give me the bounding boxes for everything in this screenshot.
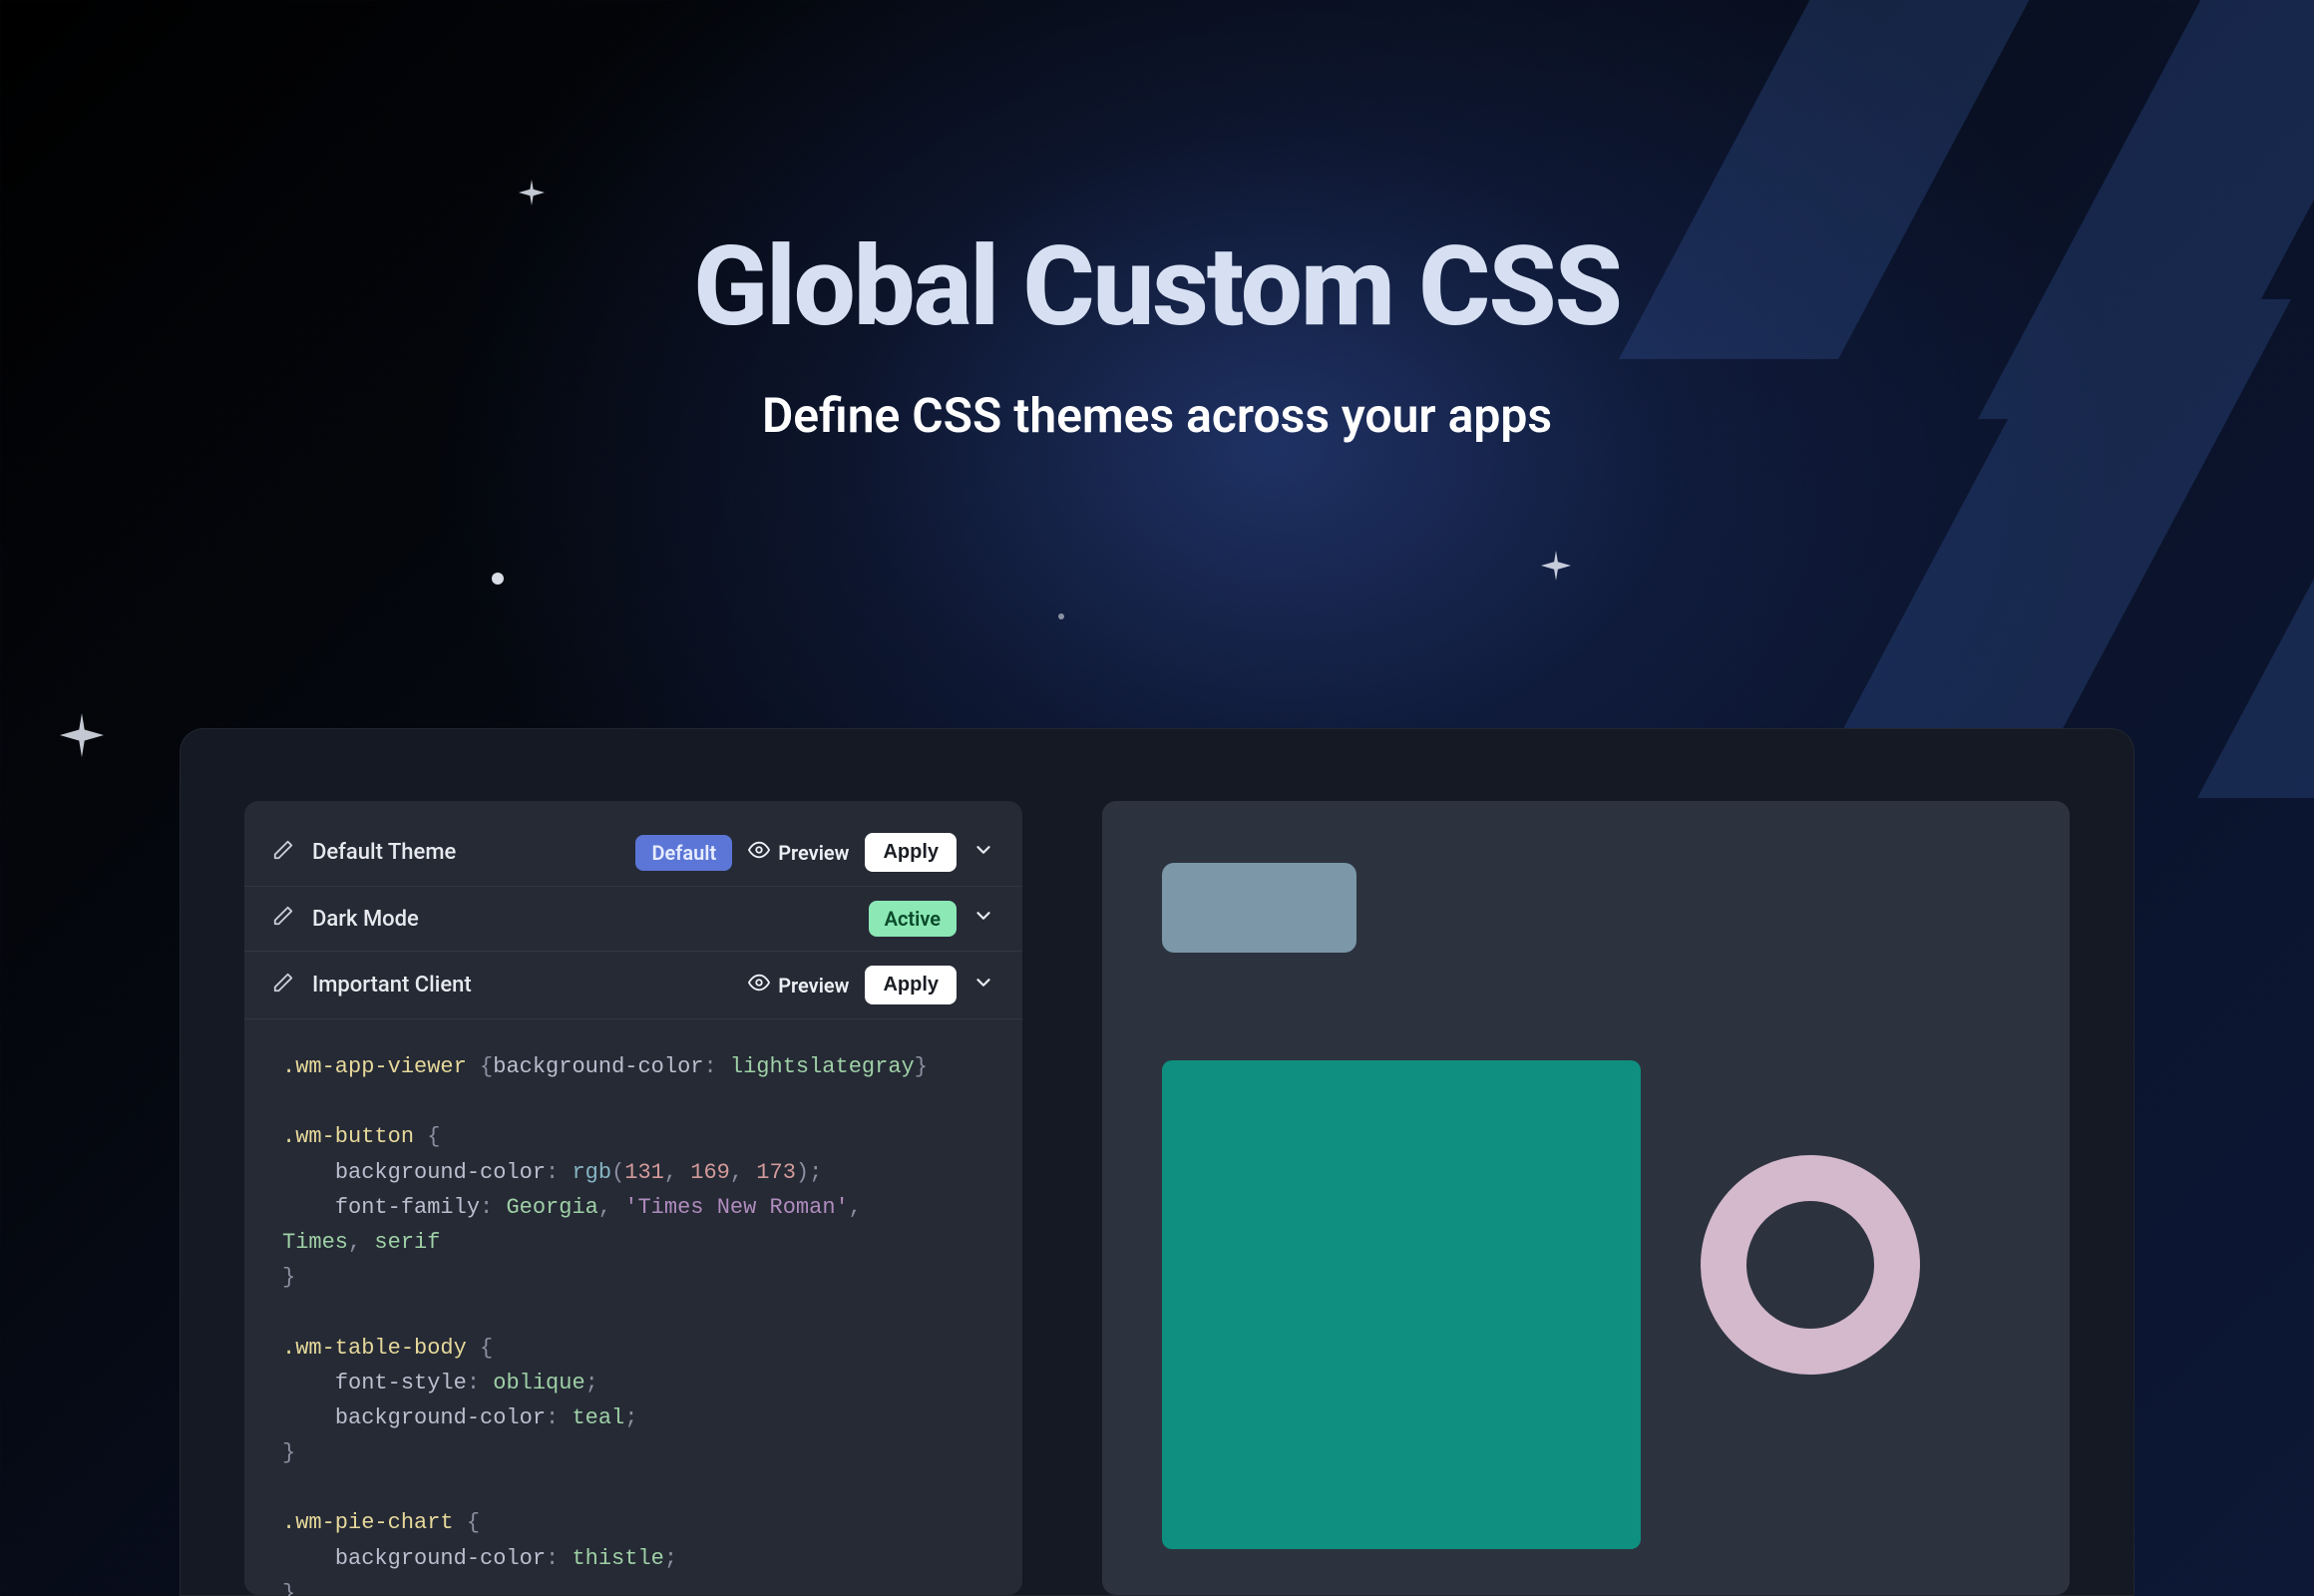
- page-subtitle: Define CSS themes across your apps: [0, 387, 2314, 444]
- preview-table-swatch: [1162, 1060, 1641, 1549]
- pencil-icon[interactable]: [272, 972, 294, 999]
- theme-row: Important Client Preview Apply: [244, 952, 1022, 1019]
- preview-label: Preview: [778, 841, 849, 865]
- theme-row-left: Important Client: [272, 972, 472, 999]
- css-code-editor[interactable]: .wm-app-viewer {background-color: lights…: [244, 1019, 1022, 1596]
- preview-label: Preview: [778, 974, 849, 998]
- decorative-dot: [1058, 613, 1064, 619]
- theme-name: Dark Mode: [312, 907, 419, 932]
- decorative-dot: [492, 573, 504, 585]
- theme-row-left: Dark Mode: [272, 905, 419, 933]
- eye-icon: [748, 972, 770, 998]
- theme-row-right: Preview Apply: [748, 966, 994, 1004]
- preview-button[interactable]: Preview: [748, 972, 849, 998]
- theme-name: Important Client: [312, 973, 472, 998]
- sparkle-icon: [60, 713, 104, 757]
- theme-row: Dark Mode Active: [244, 887, 1022, 952]
- default-badge: Default: [635, 835, 732, 871]
- theme-preview-panel: [1102, 801, 2070, 1595]
- preview-pie-swatch: [1701, 1155, 1920, 1375]
- eye-icon: [748, 839, 770, 866]
- chevron-down-icon[interactable]: [972, 839, 994, 867]
- apply-button[interactable]: Apply: [865, 966, 957, 1004]
- sparkle-icon: [1541, 551, 1571, 581]
- pencil-icon[interactable]: [272, 839, 294, 867]
- active-badge: Active: [869, 901, 957, 937]
- theme-name: Default Theme: [312, 840, 456, 865]
- theme-manager-panel: Default Theme Default Preview Apply Dark Mod…: [244, 801, 1022, 1595]
- hero: Global Custom CSS Define CSS themes acro…: [0, 229, 2314, 444]
- theme-row-left: Default Theme: [272, 839, 456, 867]
- pencil-icon[interactable]: [272, 905, 294, 933]
- preview-button[interactable]: Preview: [748, 839, 849, 866]
- preview-button-swatch: [1162, 863, 1356, 953]
- page-title: Global Custom CSS: [0, 229, 2314, 345]
- theme-row: Default Theme Default Preview Apply: [244, 819, 1022, 887]
- sparkle-icon: [519, 180, 545, 205]
- theme-row-right: Active: [869, 901, 994, 937]
- theme-row-right: Default Preview Apply: [635, 833, 994, 872]
- apply-button[interactable]: Apply: [865, 833, 957, 872]
- chevron-down-icon[interactable]: [972, 972, 994, 999]
- chevron-down-icon[interactable]: [972, 905, 994, 933]
- content-card: Default Theme Default Preview Apply Dark Mod…: [180, 728, 2134, 1596]
